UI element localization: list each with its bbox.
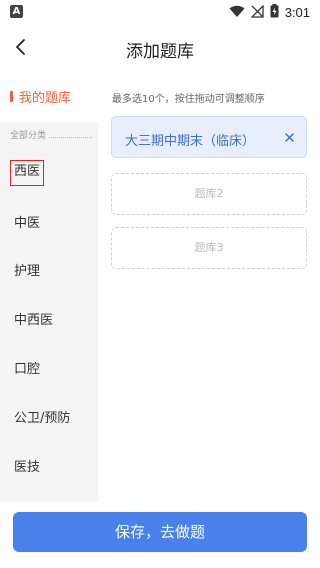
no-signal-icon: [250, 3, 264, 22]
empty-slot: 题库3: [111, 227, 307, 269]
wifi-icon: [229, 3, 245, 22]
empty-slot: 题库2: [111, 173, 307, 215]
my-bank-label: 我的题库: [19, 90, 72, 106]
category-item-integrated-medicine[interactable]: 中西医: [14, 311, 53, 331]
status-bar: A 3:01: [0, 0, 320, 24]
selected-bank-card[interactable]: 大三期中期末（临床）: [111, 116, 307, 158]
app-notification-icon: A: [10, 5, 23, 18]
remove-button[interactable]: [281, 129, 297, 145]
my-bank-tab[interactable]: 我的题库: [10, 86, 71, 106]
status-icons: 3:01: [229, 3, 310, 21]
save-button[interactable]: 保存，去做题: [13, 512, 307, 552]
battery-charging-icon: [270, 3, 279, 22]
category-item-nursing[interactable]: 护理: [14, 262, 40, 282]
category-item-public-health[interactable]: 公卫/预防: [14, 409, 70, 429]
sidebar: 我的题库 全部分类 西医 中医 护理 中西医 口腔 公卫/预防 医技: [0, 70, 98, 502]
category-item-stomatology[interactable]: 口腔: [14, 360, 40, 380]
category-panel: 全部分类 西医 中医 护理 中西医 口腔 公卫/预防 医技: [0, 122, 98, 502]
category-item-medical-technology[interactable]: 医技: [14, 458, 40, 478]
hint-text: 最多选10个，按住拖动可调整顺序: [112, 94, 265, 105]
main-content: 最多选10个，按住拖动可调整顺序 大三期中期末（临床） 题库2 题库3: [98, 70, 320, 502]
active-indicator: [10, 90, 13, 102]
page-title: 添加题库: [126, 42, 194, 62]
all-categories-label: 全部分类: [10, 131, 47, 141]
category-item-western-medicine[interactable]: 西医: [10, 160, 45, 186]
category-item-chinese-medicine[interactable]: 中医: [14, 214, 40, 234]
selected-bank-name: 大三期中期末（临床）: [125, 134, 256, 149]
all-categories-header: 全部分类: [10, 128, 92, 141]
status-time: 3:01: [284, 4, 310, 20]
header: 添加题库: [0, 24, 320, 70]
divider: [49, 132, 92, 138]
close-icon: [284, 132, 294, 142]
